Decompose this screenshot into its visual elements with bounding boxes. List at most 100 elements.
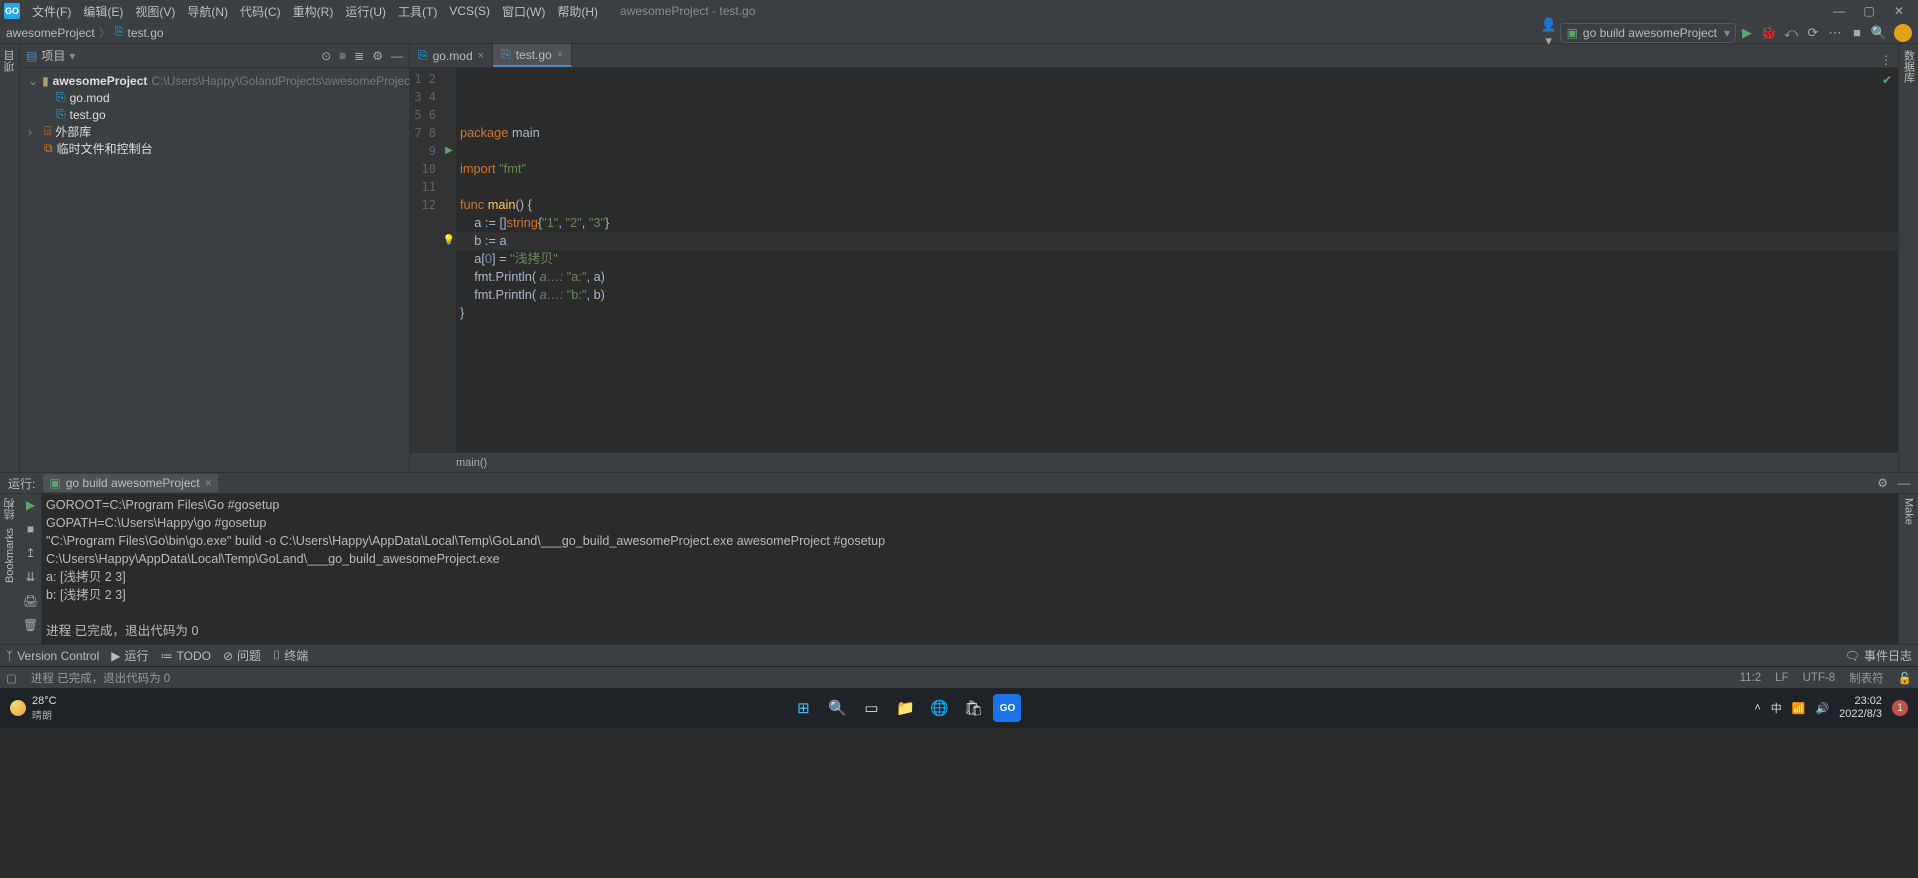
menu-view[interactable]: 视图(V) xyxy=(129,3,181,20)
breadcrumb-file[interactable]: test.go xyxy=(128,26,164,40)
taskbar-center: ⊞ 🔍 ▭ 📁 🌐 🛍 GO xyxy=(57,694,1755,722)
terminal-icon: ⌷ xyxy=(273,648,280,663)
start-button[interactable]: ⊞ xyxy=(789,694,817,722)
up-icon[interactable]: ↥ xyxy=(25,546,35,560)
profile-icon[interactable]: ⟳ xyxy=(1802,25,1824,41)
run-settings-icon[interactable]: ⚙ xyxy=(1877,476,1888,490)
store-icon[interactable]: 🛍 xyxy=(959,694,987,722)
read-lock-icon[interactable]: 🔓 xyxy=(1898,671,1912,685)
hide-run-icon[interactable]: — xyxy=(1898,476,1910,490)
tree-file-testgo[interactable]: ⎘ test.go xyxy=(20,106,409,123)
close-button[interactable]: ✕ xyxy=(1884,4,1914,18)
tool-windows-icon[interactable]: ▢ xyxy=(6,671,17,685)
project-view-dropdown-icon[interactable]: ▾ xyxy=(69,49,75,63)
search-icon[interactable]: 🔍 xyxy=(1868,25,1890,41)
hide-panel-icon[interactable]: — xyxy=(391,49,403,63)
inspections-ok-icon[interactable]: ✔ xyxy=(1882,71,1892,89)
debug-icon[interactable]: 🐞 xyxy=(1758,25,1780,41)
attach-icon[interactable]: ⋯ xyxy=(1824,25,1846,41)
maximize-button[interactable]: ▢ xyxy=(1854,4,1884,18)
menu-vcs[interactable]: VCS(S) xyxy=(443,4,496,18)
bulb-icon[interactable]: 💡 xyxy=(442,232,456,250)
line-separator[interactable]: LF xyxy=(1775,672,1788,684)
menu-navigate[interactable]: 导航(N) xyxy=(181,3,234,20)
tool-terminal[interactable]: ⌷终端 xyxy=(273,647,308,664)
editor-tab-testgo[interactable]: ⎘ test.go × xyxy=(493,44,572,67)
task-view-icon[interactable]: ▭ xyxy=(857,694,885,722)
run-config-dropdown[interactable]: ▣ go build awesomeProject xyxy=(1560,23,1736,43)
tree-root-name: awesomeProject xyxy=(53,74,148,88)
editor-tab-menu-icon[interactable]: ⋮ xyxy=(1874,53,1898,67)
tray-overflow-icon[interactable]: ˄ xyxy=(1754,702,1760,714)
menu-window[interactable]: 窗口(W) xyxy=(496,3,551,20)
editor-gutter[interactable]: ▶ 💡 xyxy=(442,68,456,452)
trash-icon[interactable]: 🗑 xyxy=(23,618,38,632)
project-tree[interactable]: ⌄ ▮ awesomeProject C:\Users\Happy\Goland… xyxy=(20,68,409,161)
wifi-icon[interactable]: 📶 xyxy=(1792,702,1806,715)
menu-run[interactable]: 运行(U) xyxy=(339,3,392,20)
right-tool-strip-lower: Make xyxy=(1898,494,1918,644)
tree-root[interactable]: ⌄ ▮ awesomeProject C:\Users\Happy\Goland… xyxy=(20,72,409,89)
minimize-button[interactable]: — xyxy=(1824,4,1854,18)
editor-breadcrumb[interactable]: main() xyxy=(410,452,1898,472)
tree-scratches[interactable]: ⧉ 临时文件和控制台 xyxy=(20,140,409,157)
run-icon[interactable]: ▶ xyxy=(1736,25,1758,41)
left-tab-project[interactable]: 项目 xyxy=(2,46,18,76)
taskbar-clock[interactable]: 23:02 2022/8/3 xyxy=(1839,695,1882,721)
volume-icon[interactable]: 🔊 xyxy=(1815,702,1829,715)
run-tool-tab[interactable]: ▣ go build awesomeProject × xyxy=(43,474,217,492)
export-icon[interactable]: 🖨 xyxy=(23,594,38,608)
rerun-icon[interactable]: ▶ xyxy=(26,498,35,512)
tree-file-gomod[interactable]: ⎘ go.mod xyxy=(20,89,409,106)
tool-run[interactable]: ▶运行 xyxy=(111,647,148,664)
edge-icon[interactable]: 🌐 xyxy=(925,694,953,722)
caret-position[interactable]: 11:2 xyxy=(1740,672,1762,684)
breadcrumb[interactable]: awesomeProject 〉 ⎘ test.go xyxy=(6,24,164,41)
run-gutter-icon[interactable]: ▶ xyxy=(442,142,456,160)
close-tab-icon[interactable]: × xyxy=(557,49,563,61)
ime-indicator[interactable]: 中 xyxy=(1771,700,1782,716)
close-run-tab-icon[interactable]: × xyxy=(205,476,212,490)
taskbar-search-icon[interactable]: 🔍 xyxy=(823,694,851,722)
collapse-all-icon[interactable]: ≣ xyxy=(354,49,364,63)
left-tab-structure[interactable]: 结构 xyxy=(2,498,18,520)
tree-external-libs[interactable]: › ⌸ 外部库 xyxy=(20,123,409,140)
stop-run-icon[interactable]: ■ xyxy=(27,522,34,536)
avatar[interactable] xyxy=(1894,24,1912,42)
stop-icon[interactable]: ■ xyxy=(1846,25,1868,40)
right-tab-database[interactable]: 数据库 xyxy=(1901,46,1917,87)
menu-file[interactable]: 文件(F) xyxy=(26,3,77,20)
tool-version-control[interactable]: ᛉVersion Control xyxy=(6,649,99,663)
menu-tools[interactable]: 工具(T) xyxy=(392,3,443,20)
chevron-right-icon[interactable]: › xyxy=(28,125,40,139)
tool-event-log[interactable]: 🗨事件日志 xyxy=(1845,647,1912,664)
breadcrumb-project[interactable]: awesomeProject xyxy=(6,26,95,40)
right-tab-make[interactable]: Make xyxy=(1903,498,1915,525)
notifications-icon[interactable]: 1 xyxy=(1892,700,1908,716)
run-console[interactable]: GOROOT=C:\Program Files\Go #gosetup GOPA… xyxy=(42,494,1898,644)
menu-code[interactable]: 代码(C) xyxy=(234,3,287,20)
go-file-icon: ⎘ xyxy=(501,47,511,62)
goland-icon[interactable]: GO xyxy=(993,694,1021,722)
indent-info[interactable]: 制表符 xyxy=(1849,670,1884,686)
tool-problems[interactable]: ⊘问题 xyxy=(223,647,261,664)
file-explorer-icon[interactable]: 📁 xyxy=(891,694,919,722)
menu-refactor[interactable]: 重构(R) xyxy=(287,3,340,20)
coverage-icon[interactable]: ⤺ xyxy=(1780,25,1802,41)
file-encoding[interactable]: UTF-8 xyxy=(1803,672,1836,684)
editor-tab-gomod[interactable]: ⎘ go.mod × xyxy=(410,44,493,67)
tool-todo[interactable]: ≔TODO xyxy=(161,649,211,663)
project-panel-title[interactable]: 项目 xyxy=(41,47,65,64)
gear-icon[interactable]: ⚙ xyxy=(372,49,383,63)
taskbar-weather[interactable]: 28°C 晴朗 xyxy=(10,695,57,722)
chevron-down-icon[interactable]: ⌄ xyxy=(28,74,38,88)
select-opened-icon[interactable]: ⊙ xyxy=(321,49,331,63)
system-tray[interactable]: ˄ 中 📶 🔊 23:02 2022/8/3 1 xyxy=(1754,695,1908,721)
expand-all-icon[interactable]: ≡ xyxy=(339,49,346,63)
down-icon[interactable]: ⇊ xyxy=(25,570,35,584)
code-editor[interactable]: ✔ package main import "fmt" func main() … xyxy=(456,68,1898,452)
close-tab-icon[interactable]: × xyxy=(478,50,484,62)
menu-help[interactable]: 帮助(H) xyxy=(551,3,604,20)
left-tab-bookmarks[interactable]: Bookmarks xyxy=(4,528,16,583)
menu-edit[interactable]: 编辑(E) xyxy=(77,3,129,20)
